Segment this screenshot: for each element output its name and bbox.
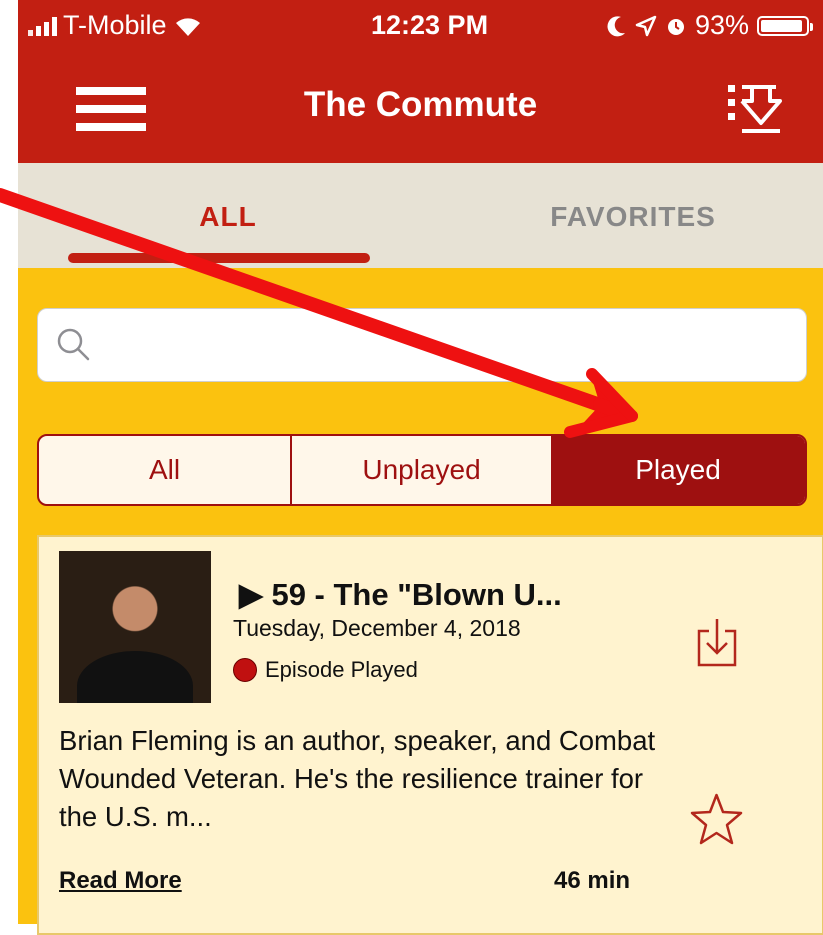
tab-favorites[interactable]: FAVORITES	[513, 201, 753, 233]
played-status: Episode Played	[233, 657, 418, 683]
download-icon[interactable]	[697, 617, 737, 667]
tab-all[interactable]: ALL	[148, 201, 308, 233]
played-status-label: Episode Played	[265, 657, 418, 682]
status-bar: T-Mobile 12:23 PM 93%	[18, 0, 823, 55]
tab-bar: ALL FAVORITES	[18, 163, 823, 268]
download-list-icon[interactable]	[726, 77, 782, 137]
episode-duration: 46 min	[554, 867, 631, 894]
battery-fill	[761, 19, 802, 32]
signal-icon	[28, 16, 57, 36]
search-box[interactable]	[37, 308, 807, 382]
episode-title[interactable]: ▶ 59 - The "Blown U...	[239, 577, 562, 613]
tab-selected-indicator	[68, 253, 370, 263]
location-icon	[635, 15, 657, 36]
battery-icon	[757, 15, 813, 36]
search-input[interactable]	[102, 319, 796, 373]
wifi-icon	[175, 17, 200, 36]
battery-percent: 93%	[694, 10, 749, 40]
page-title: The Commute	[303, 85, 538, 124]
episode-card[interactable]: ▶ 59 - The "Blown U... Tuesday, December…	[37, 535, 823, 935]
status-left: T-Mobile	[28, 10, 203, 41]
filter-all[interactable]: All	[39, 436, 292, 504]
alarm-icon	[667, 18, 684, 35]
played-filter: All Unplayed Played	[37, 434, 807, 506]
star-icon[interactable]	[689, 792, 744, 847]
read-more-link[interactable]: Read More	[59, 867, 182, 895]
carrier-label: T-Mobile	[63, 10, 167, 40]
status-right: 93%	[607, 10, 813, 41]
episode-thumbnail	[59, 551, 211, 703]
clock: 12:23 PM	[371, 10, 489, 40]
filter-played[interactable]: Played	[551, 436, 805, 504]
moon-icon	[607, 15, 625, 36]
filter-unplayed[interactable]: Unplayed	[292, 436, 551, 504]
episode-list-area: All Unplayed Played ▶ 59 - The "Blown U.…	[18, 268, 823, 935]
search-icon	[57, 328, 90, 361]
episode-date: Tuesday, December 4, 2018	[233, 615, 521, 641]
episode-description: Brian Fleming is an author, speaker, and…	[59, 725, 656, 832]
navigation-bar: The Commute	[18, 55, 823, 163]
played-dot-icon	[233, 658, 257, 682]
